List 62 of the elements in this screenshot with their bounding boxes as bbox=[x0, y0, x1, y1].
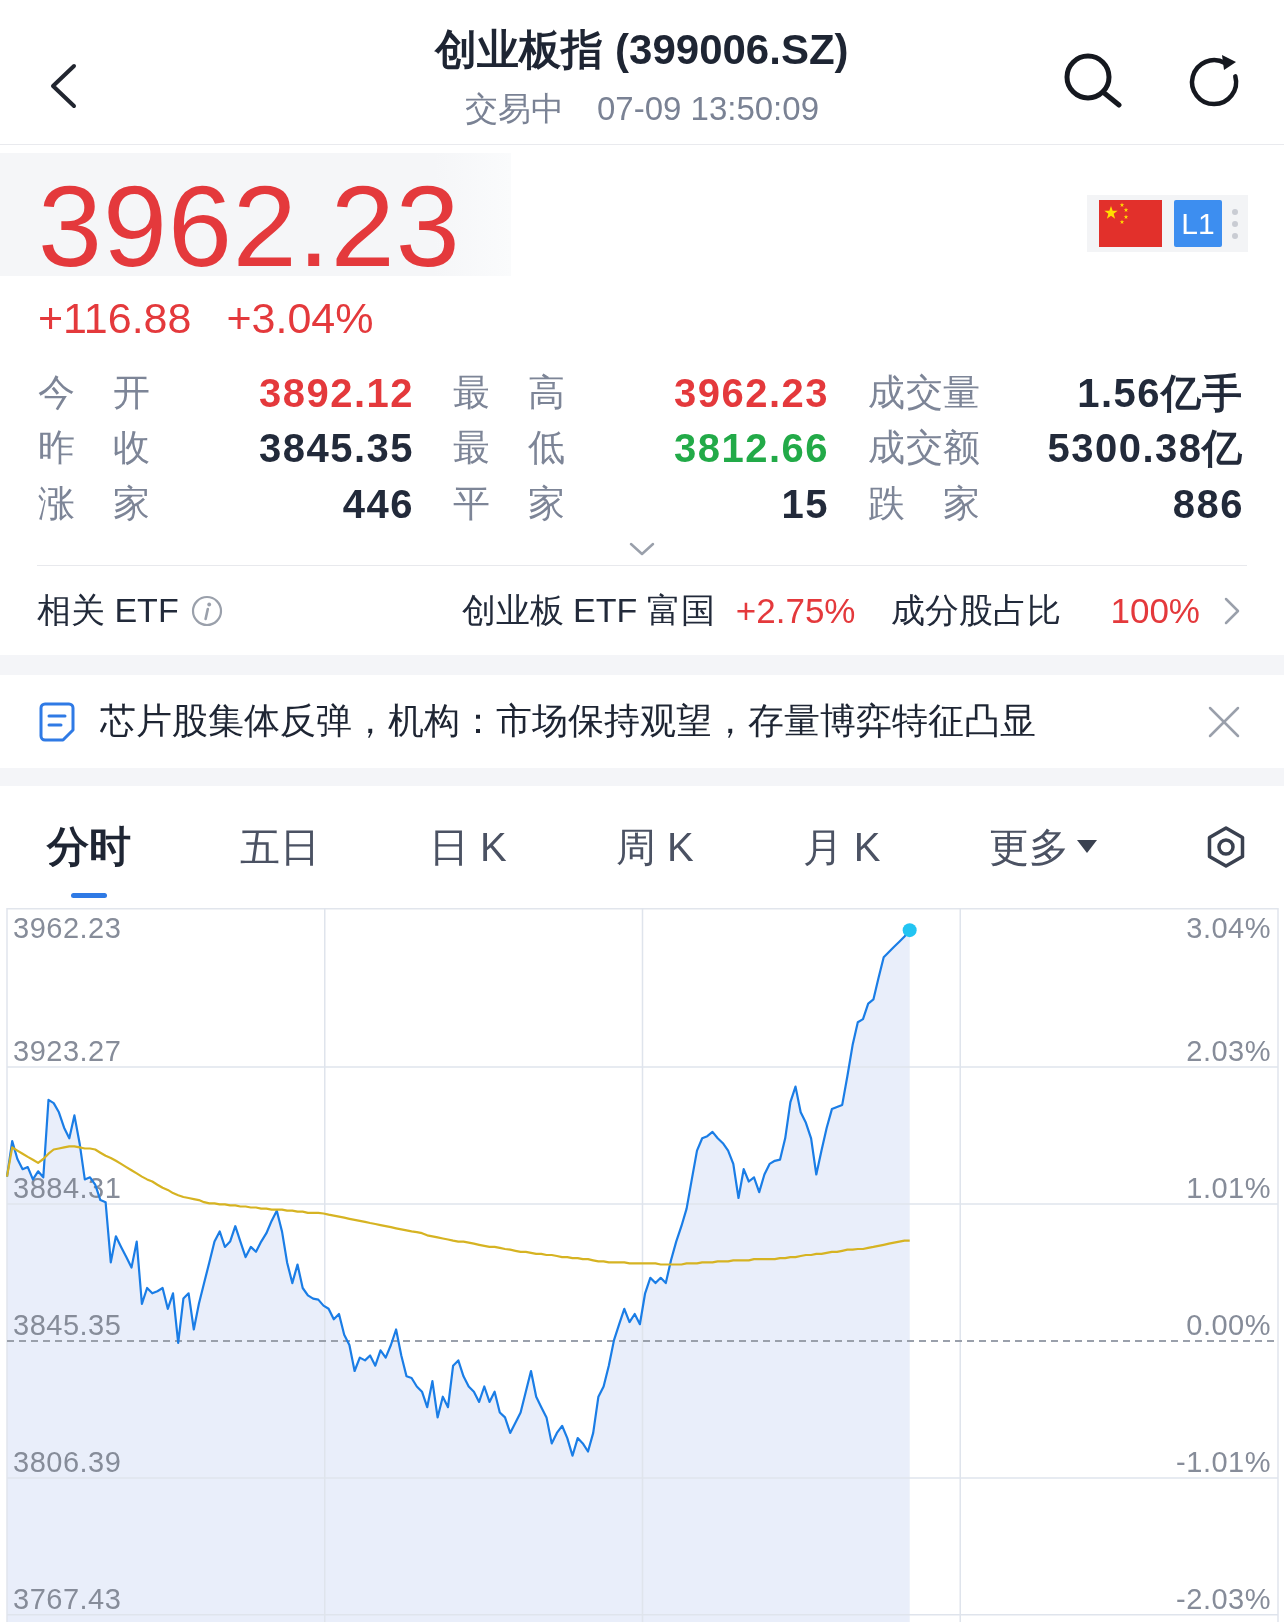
price-axis-label: 3923.27 bbox=[13, 1035, 122, 1067]
stat-value: 3845.35 bbox=[257, 425, 414, 472]
chart-tab[interactable]: 月 K bbox=[802, 786, 881, 908]
percent-axis-label: 1.01% bbox=[1186, 1171, 1271, 1204]
etf-label: 相关 ETF bbox=[37, 589, 179, 631]
constituent-share-label: 成分股占比 bbox=[891, 589, 1062, 631]
chart-tab[interactable]: 日 K bbox=[429, 786, 507, 908]
stat-value: 3812.66 bbox=[672, 425, 829, 472]
etf-change: +2.75% bbox=[735, 590, 856, 631]
settings-button[interactable] bbox=[1206, 825, 1247, 869]
chart-tab[interactable]: 更多 bbox=[989, 786, 1098, 908]
chevron-down-icon[interactable] bbox=[629, 541, 655, 556]
settings-icon bbox=[1206, 825, 1247, 869]
stat-label: 最 低 bbox=[453, 426, 565, 471]
quote-time: 07-09 13:50:09 bbox=[596, 89, 819, 129]
latest-point-icon bbox=[902, 923, 917, 938]
caret-icon bbox=[1077, 840, 1098, 854]
trading-status: 交易中 bbox=[464, 89, 564, 129]
search-icon bbox=[1063, 52, 1123, 108]
chevron-right-icon[interactable] bbox=[1224, 596, 1240, 625]
stat-value: 886 bbox=[1171, 481, 1244, 528]
percent-axis-label: -2.03% bbox=[1176, 1582, 1271, 1615]
stat-label: 成交量 bbox=[868, 370, 980, 415]
stat-label: 今 开 bbox=[38, 370, 150, 415]
more-dots-icon bbox=[1232, 208, 1238, 239]
percent-axis-label: -1.01% bbox=[1176, 1445, 1271, 1478]
percent-change: +3.04% bbox=[226, 293, 374, 343]
last-price: 3962.23 bbox=[0, 153, 511, 276]
stat-value: 3962.23 bbox=[672, 369, 829, 416]
search-button[interactable] bbox=[1063, 52, 1123, 108]
price-axis-label: 3962.23 bbox=[13, 912, 122, 944]
stat-label: 成交额 bbox=[868, 426, 980, 471]
stat-label: 涨 家 bbox=[38, 482, 150, 527]
stat-value: 5300.38亿 bbox=[1046, 425, 1244, 472]
document-icon bbox=[39, 701, 75, 742]
level-badge: L1 bbox=[1174, 200, 1222, 247]
info-icon[interactable] bbox=[190, 594, 223, 627]
stat-value: 446 bbox=[341, 481, 414, 528]
chart-tab[interactable]: 五日 bbox=[240, 786, 320, 908]
price-change: +116.88 bbox=[38, 293, 192, 343]
stat-value: 1.56亿手 bbox=[1076, 369, 1244, 416]
price-axis-label: 3767.43 bbox=[13, 1582, 122, 1615]
percent-axis-label: 2.03% bbox=[1186, 1035, 1271, 1067]
stat-label: 平 家 bbox=[453, 482, 565, 527]
percent-axis-label: 0.00% bbox=[1186, 1308, 1271, 1341]
chart-tab[interactable]: 分时 bbox=[47, 786, 131, 908]
close-icon bbox=[1208, 705, 1240, 738]
etf-name[interactable]: 创业板 ETF 富国 bbox=[461, 587, 715, 634]
price-axis-label: 3806.39 bbox=[13, 1445, 122, 1478]
constituent-share-value: 100% bbox=[1110, 590, 1200, 631]
chart-tab[interactable]: 周 K bbox=[615, 786, 694, 908]
page-title: 创业板指 (399006.SZ) bbox=[435, 25, 849, 75]
stat-label: 最 高 bbox=[453, 370, 565, 415]
close-button[interactable] bbox=[1208, 705, 1240, 738]
price-axis-label: 3845.35 bbox=[13, 1308, 122, 1341]
stat-value: 3892.12 bbox=[257, 369, 414, 416]
news-headline[interactable]: 芯片股集体反弹，机构：市场保持观望，存量博弈特征凸显 bbox=[100, 697, 1036, 746]
percent-axis-label: 3.04% bbox=[1186, 912, 1271, 944]
stat-label: 昨 收 bbox=[38, 426, 150, 471]
flag-icon bbox=[1099, 200, 1162, 247]
stat-value: 15 bbox=[780, 481, 829, 528]
stat-label: 跌 家 bbox=[868, 482, 980, 527]
